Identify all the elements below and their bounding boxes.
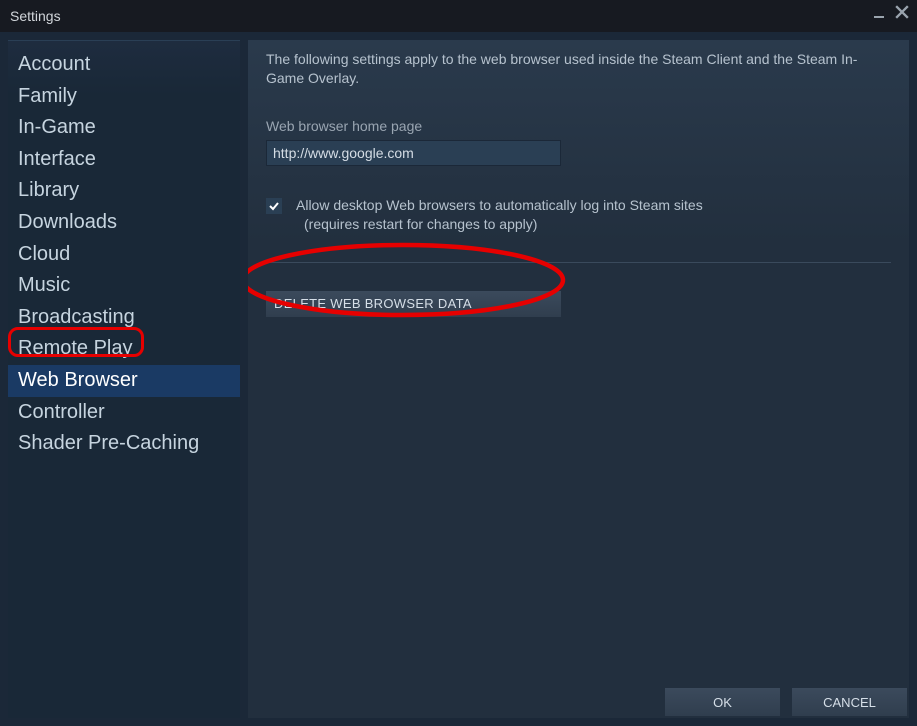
sidebar-item-library[interactable]: Library: [8, 175, 240, 207]
homepage-label: Web browser home page: [266, 118, 891, 134]
sidebar-item-remote-play[interactable]: Remote Play: [8, 333, 240, 365]
settings-window: Settings AccountFamilyIn-GameInterfaceLi…: [0, 0, 917, 726]
sidebar-item-music[interactable]: Music: [8, 270, 240, 302]
sidebar-item-family[interactable]: Family: [8, 81, 240, 113]
sidebar-item-in-game[interactable]: In-Game: [8, 112, 240, 144]
divider: [266, 262, 891, 263]
sidebar-item-interface[interactable]: Interface: [8, 144, 240, 176]
close-button[interactable]: [895, 5, 909, 22]
description-text: The following settings apply to the web …: [266, 50, 891, 88]
sidebar-item-shader-pre-caching[interactable]: Shader Pre-Caching: [8, 428, 240, 460]
sidebar-item-broadcasting[interactable]: Broadcasting: [8, 302, 240, 334]
auto-login-text: Allow desktop Web browsers to automatica…: [296, 196, 703, 234]
minimize-button[interactable]: [873, 6, 885, 22]
window-title: Settings: [10, 8, 61, 24]
sidebar-item-downloads[interactable]: Downloads: [8, 207, 240, 239]
ok-button[interactable]: OK: [665, 688, 780, 716]
sidebar-item-controller[interactable]: Controller: [8, 397, 240, 429]
delete-browser-data-button[interactable]: DELETE WEB BROWSER DATA: [266, 291, 561, 317]
window-controls: [873, 5, 909, 22]
sidebar-item-web-browser[interactable]: Web Browser: [8, 365, 240, 397]
cancel-button[interactable]: CANCEL: [792, 688, 907, 716]
annotation-delete-circle: [248, 235, 573, 335]
sidebar-item-cloud[interactable]: Cloud: [8, 239, 240, 271]
homepage-input[interactable]: [266, 140, 561, 166]
sidebar-item-account[interactable]: Account: [8, 49, 240, 81]
auto-login-checkbox[interactable]: [266, 198, 282, 214]
auto-login-label: Allow desktop Web browsers to automatica…: [296, 197, 703, 213]
footer: OK CANCEL: [0, 678, 917, 726]
settings-sidebar: AccountFamilyIn-GameInterfaceLibraryDown…: [8, 40, 240, 718]
auto-login-sublabel: (requires restart for changes to apply): [296, 216, 537, 232]
titlebar[interactable]: Settings: [0, 0, 917, 32]
window-body: AccountFamilyIn-GameInterfaceLibraryDown…: [0, 32, 917, 726]
settings-content: The following settings apply to the web …: [248, 40, 909, 718]
auto-login-row: Allow desktop Web browsers to automatica…: [266, 196, 891, 234]
